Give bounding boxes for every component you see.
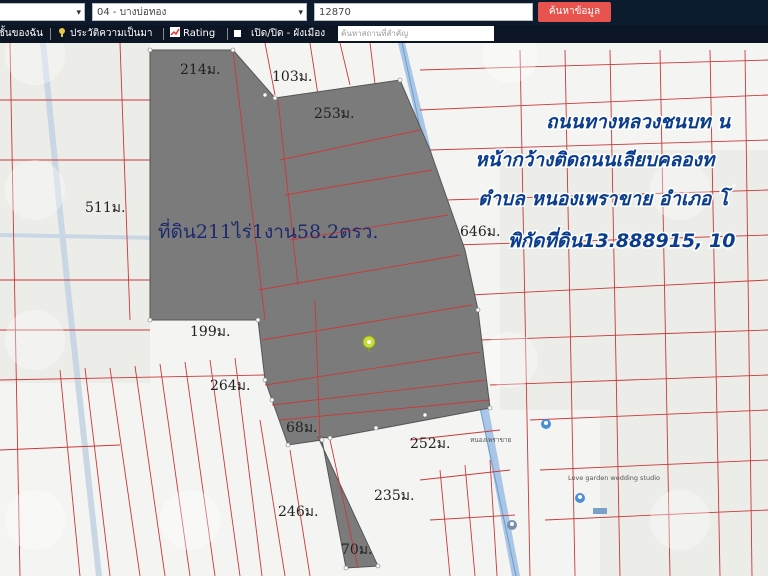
dimension-label: 103ม. bbox=[272, 69, 312, 85]
dimension-label: 511ม. bbox=[85, 200, 125, 216]
district-select-value: 04 - บางบ่อทอง bbox=[97, 7, 167, 18]
toolbar-divider bbox=[50, 28, 51, 40]
toolbar-label-rating: Rating bbox=[183, 28, 216, 39]
toolbar-item-history[interactable]: ประวัติความเป็นมา bbox=[57, 25, 153, 43]
chevron-down-icon: ▾ bbox=[76, 8, 81, 18]
poi-marker[interactable] bbox=[507, 520, 517, 530]
bus-stop-icon bbox=[593, 508, 607, 514]
chart-icon bbox=[170, 26, 180, 37]
parcel-area-label: ที่ดิน211ไร่1งาน58.2ตรว. bbox=[158, 218, 378, 243]
dimension-label: 246ม. bbox=[278, 504, 318, 520]
toolbar-label-toggle: เปิด/ปิด - ผังเมือง bbox=[251, 28, 326, 39]
toolbar-label-history: ประวัติความเป็นมา bbox=[70, 28, 153, 39]
dimension-label: 646ม. bbox=[460, 224, 500, 240]
dimension-label: 252ม. bbox=[410, 436, 450, 452]
overlay-line: ถนนทางหลวงชนบท น bbox=[546, 111, 731, 133]
top-bar: ▾ 04 - บางบ่อทอง ▾ 12870 ค้นหาข้อมูล bbox=[0, 0, 768, 25]
toolbar-item-toggle[interactable]: เปิด/ปิด - ผังเมือง bbox=[234, 25, 325, 43]
district-select[interactable]: 04 - บางบ่อทอง ▾ bbox=[92, 3, 307, 21]
province-select[interactable]: ▾ bbox=[0, 3, 85, 21]
checkbox-icon bbox=[234, 30, 241, 37]
dimension-label: 199ม. bbox=[190, 324, 230, 340]
dimension-label: 68ม. bbox=[286, 420, 318, 436]
dimension-label: 235ม. bbox=[374, 488, 414, 504]
landmark-search-input[interactable]: ค้นหาสถานที่สำคัญ bbox=[338, 26, 494, 41]
overlay-line: หน้ากว้างติดถนนเลียบคลองท bbox=[475, 149, 717, 171]
poi-village-label: หนองเพราขาย bbox=[470, 436, 512, 444]
history-icon bbox=[57, 26, 67, 37]
postcode-input[interactable]: 12870 bbox=[314, 3, 533, 21]
overlay-line: พิกัดที่ดิน13.888915, 10 bbox=[508, 227, 735, 252]
toolbar: ชั้นของฉัน ประวัติความเป็นมา Rating เปิด… bbox=[0, 25, 768, 43]
dimension-label: 253ม. bbox=[314, 106, 354, 122]
dimension-label: 214ม. bbox=[180, 62, 220, 78]
toolbar-label-layers: ชั้นของฉัน bbox=[0, 28, 43, 39]
search-button[interactable]: ค้นหาข้อมูล bbox=[538, 2, 611, 22]
poi-wedding-studio-label: Love garden wedding studio bbox=[568, 474, 660, 482]
toolbar-item-rating[interactable]: Rating bbox=[170, 25, 215, 43]
dimension-label: 70ม. bbox=[341, 542, 373, 558]
chevron-down-icon: ▾ bbox=[298, 8, 303, 18]
toolbar-divider bbox=[227, 28, 228, 40]
dimension-label: 264ม. bbox=[210, 378, 250, 394]
overlay-line: ตำบล หนองเพราขาย อำเภอ โ bbox=[478, 187, 733, 210]
map-canvas[interactable]: Love garden wedding studio หนองเพราขาย 2… bbox=[0, 43, 768, 576]
toolbar-item-layers[interactable]: ชั้นของฉัน bbox=[0, 25, 43, 43]
toolbar-divider bbox=[163, 28, 164, 40]
